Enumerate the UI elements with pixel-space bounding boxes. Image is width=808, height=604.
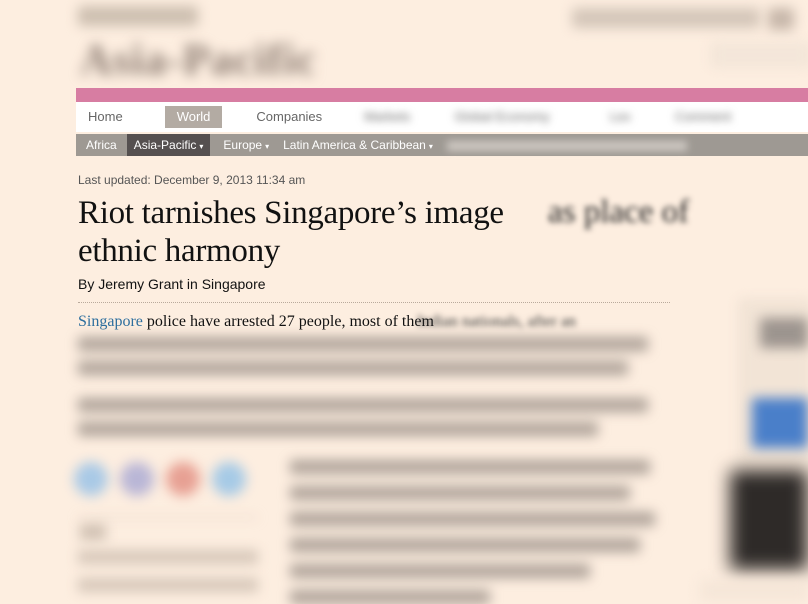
body-text-block-2 <box>78 398 648 436</box>
pink-rule <box>76 88 808 102</box>
secondary-nav: Africa Asia-Pacific ▾ Europe ▾ Latin Ameri… <box>76 134 808 156</box>
lede-blurred: Indian nationals, after an <box>417 313 577 330</box>
subnav-africa[interactable]: Africa <box>76 134 127 156</box>
headline-blurred: as place of <box>548 194 690 230</box>
primary-nav: Home World Companies Markets Global Econ… <box>76 102 808 132</box>
body-text-block-1 <box>78 337 648 385</box>
chevron-down-icon: ▾ <box>265 142 270 151</box>
subnav-latin-america[interactable]: Latin America & Caribbean ▾ <box>276 134 440 156</box>
rail-image[interactable] <box>752 398 808 448</box>
subnav-europe-label: Europe <box>223 138 263 152</box>
nav-home[interactable]: Home <box>76 106 135 128</box>
share-icons <box>74 462 246 496</box>
lede-link-singapore[interactable]: Singapore <box>78 313 143 330</box>
lede-text: police have arrested 27 people, most of … <box>142 313 434 330</box>
nav-companies[interactable]: Companies <box>244 106 334 128</box>
nav-global-economy[interactable]: Global Economy <box>442 106 561 128</box>
subnav-latin-america-label: Latin America & Caribbean <box>283 138 426 152</box>
nav-markets[interactable]: Markets <box>352 106 422 128</box>
nav-world[interactable]: World <box>164 106 223 128</box>
tools-item[interactable] <box>78 550 258 564</box>
subnav-more[interactable] <box>440 134 714 156</box>
twitter-icon[interactable] <box>74 462 108 496</box>
search-input[interactable] <box>712 44 808 66</box>
tools-item[interactable] <box>78 578 258 592</box>
subnav-europe[interactable]: Europe ▾ <box>216 134 276 156</box>
top-links-bar[interactable] <box>572 8 760 28</box>
chevron-down-icon: ▾ <box>199 142 204 151</box>
byline: By Jeremy Grant in Singapore <box>78 276 266 292</box>
tools-button[interactable] <box>80 524 106 540</box>
byline-divider <box>78 302 670 303</box>
subnav-asia-pacific[interactable]: Asia-Pacific ▾ <box>126 134 211 156</box>
chevron-down-icon: ▾ <box>428 142 433 151</box>
linkedin-icon[interactable] <box>212 462 246 496</box>
section-kicker <box>78 6 198 26</box>
facebook-icon[interactable] <box>120 462 154 496</box>
lede: Singapore police have arrested 27 people… <box>78 313 434 331</box>
menu-icon[interactable] <box>768 8 794 30</box>
google-plus-icon[interactable] <box>166 462 200 496</box>
tools-divider <box>78 517 258 518</box>
headline-part2: ethnic harmony <box>78 233 280 269</box>
nav-lex[interactable]: Lex <box>598 106 643 128</box>
headline-part1: Riot tarnishes Singapore’s image <box>78 195 504 231</box>
last-updated: Last updated: December 9, 2013 11:34 am <box>78 173 306 187</box>
section-title: Asia-Pacific <box>80 35 317 84</box>
rail-promo-title <box>760 318 808 348</box>
subnav-asia-pacific-label: Asia-Pacific <box>133 138 197 152</box>
rail-footer <box>700 580 808 601</box>
rail-dark-panel[interactable] <box>730 470 808 570</box>
body-text-block-3 <box>290 460 660 604</box>
nav-comment[interactable]: Comment <box>663 106 743 128</box>
